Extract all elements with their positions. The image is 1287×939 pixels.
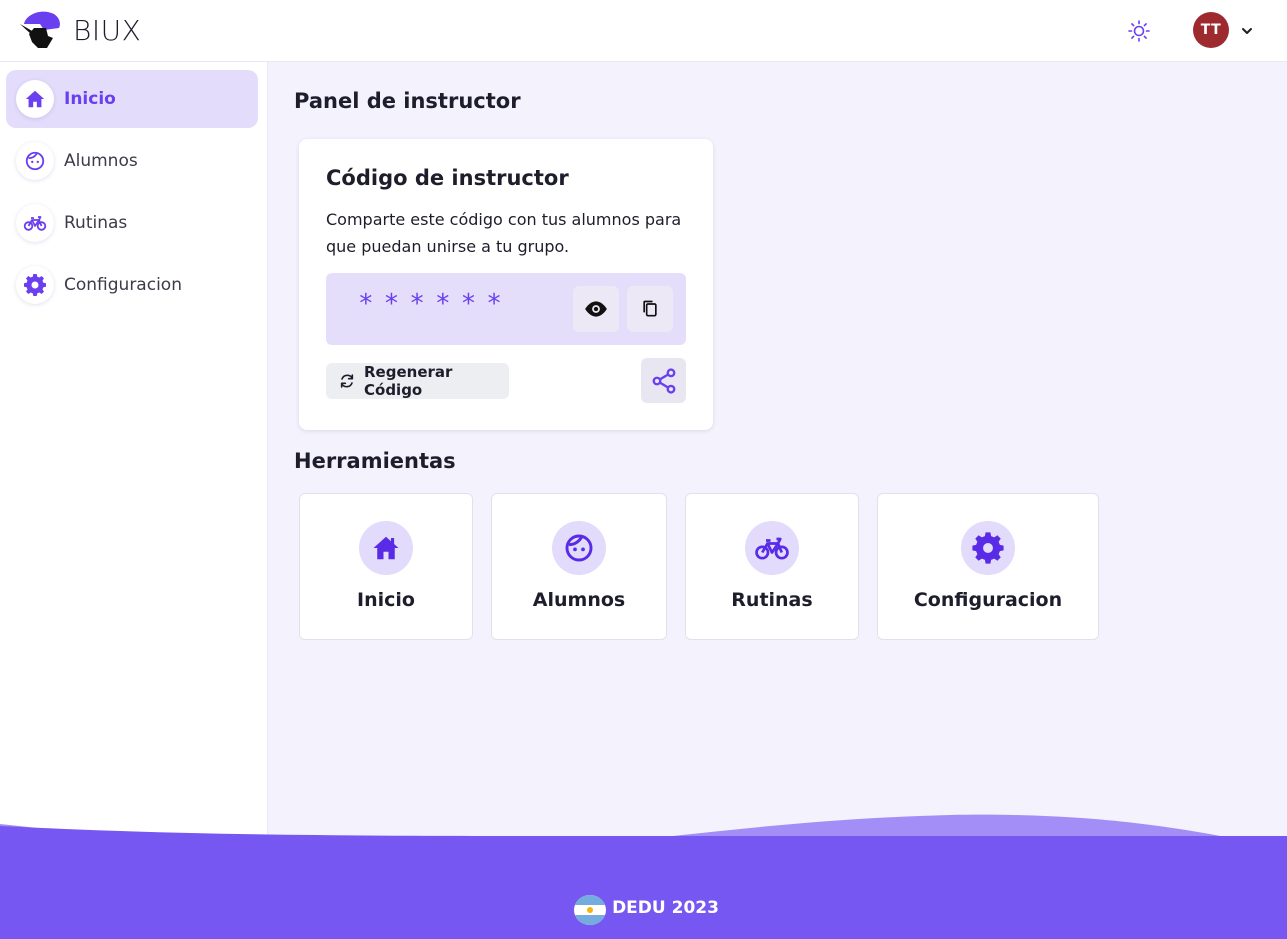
show-code-button[interactable] — [573, 286, 619, 332]
sidebar-item-rutinas[interactable]: Rutinas — [6, 194, 258, 252]
sidebar-item-label: Inicio — [64, 89, 116, 109]
gear-icon — [961, 521, 1015, 575]
tool-card-rutinas[interactable]: Rutinas — [685, 493, 859, 640]
tool-label: Rutinas — [731, 589, 813, 611]
regenerate-code-button[interactable]: Regenerar Código — [326, 363, 509, 399]
share-button[interactable] — [641, 358, 686, 403]
masked-code: ****** — [358, 289, 512, 319]
brand-name[interactable]: BIUX — [73, 14, 141, 47]
refresh-icon — [340, 374, 354, 388]
face-icon — [552, 521, 606, 575]
regenerate-label: Regenerar Código — [364, 363, 453, 399]
tool-label: Inicio — [357, 589, 415, 611]
sidebar: Inicio Alumnos Rutinas Configuracion — [0, 62, 268, 842]
sun-icon[interactable] — [1126, 18, 1152, 44]
gear-icon — [16, 266, 54, 304]
tools-section-title: Herramientas — [294, 449, 456, 473]
code-display: ****** — [326, 273, 686, 345]
bike-icon — [16, 204, 54, 242]
face-icon — [16, 142, 54, 180]
logo-icon — [20, 11, 60, 48]
top-bar: BIUX TT — [0, 0, 1287, 62]
tool-label: Configuracion — [913, 589, 1063, 611]
home-icon — [359, 521, 413, 575]
instructor-code-card: Código de instructor Comparte este códig… — [299, 139, 713, 430]
footer-text: DEDU 2023 — [0, 898, 1287, 918]
sidebar-item-alumnos[interactable]: Alumnos — [6, 132, 258, 190]
avatar[interactable]: TT — [1193, 12, 1229, 48]
page-title: Panel de instructor — [294, 89, 521, 113]
copy-icon — [643, 300, 657, 317]
copy-code-button[interactable] — [627, 286, 673, 332]
tool-card-configuracion[interactable]: Configuracion — [877, 493, 1099, 640]
sidebar-item-label: Rutinas — [64, 213, 128, 233]
sidebar-item-configuracion[interactable]: Configuracion — [6, 256, 258, 314]
tool-card-alumnos[interactable]: Alumnos — [491, 493, 667, 640]
tool-label: Alumnos — [532, 589, 626, 611]
share-icon — [652, 367, 675, 394]
sidebar-item-label: Configuracion — [64, 275, 182, 295]
code-card-title: Código de instructor — [326, 166, 569, 190]
bike-icon — [745, 521, 799, 575]
eye-icon — [585, 301, 607, 317]
home-icon — [16, 80, 54, 118]
sidebar-item-label: Alumnos — [64, 151, 138, 171]
footer-wave — [0, 814, 1287, 939]
code-card-description: Comparte este código con tus alumnos par… — [326, 210, 682, 256]
tool-card-inicio[interactable]: Inicio — [299, 493, 473, 640]
footer-label: DEDU 2023 — [612, 898, 719, 918]
sidebar-item-inicio[interactable]: Inicio — [6, 70, 258, 128]
chevron-down-icon[interactable] — [1238, 22, 1256, 40]
